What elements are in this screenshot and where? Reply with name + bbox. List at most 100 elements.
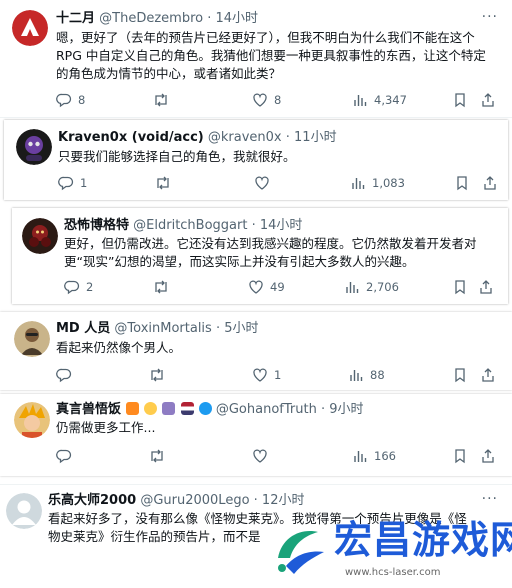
views-button[interactable]: 1,083 [350, 175, 405, 191]
avatar[interactable] [14, 321, 50, 357]
action-bar: 166 [56, 448, 500, 466]
bookmark-button[interactable] [454, 175, 470, 191]
views-button[interactable]: 88 [348, 367, 385, 383]
bookmark-button[interactable] [452, 448, 468, 464]
views-icon [354, 95, 367, 106]
heart-icon [255, 176, 269, 190]
author-handle[interactable]: @ToxinMortalis [114, 321, 211, 336]
tweet-header: 恐怖博格特 @EldritchBoggart · 14小时 [64, 218, 302, 234]
view-count: 88 [370, 368, 385, 382]
post-time[interactable]: · 9小时 [321, 402, 364, 417]
author-handle[interactable]: @GohanofTruth [216, 402, 317, 417]
share-button[interactable] [480, 448, 496, 464]
retweet-icon [155, 93, 167, 107]
text-line: 的角色成为情节的中心，或者诸如此类？ [56, 66, 282, 81]
share-button[interactable] [480, 367, 496, 383]
tweet-card[interactable]: 真言兽悟饭 @GohanofTruth · 9小时 仍需做更多工作... 166 [0, 394, 512, 476]
reply-button[interactable]: 1 [58, 175, 87, 191]
more-options-icon[interactable]: ··· [482, 491, 498, 507]
author-name[interactable]: 十二月 [56, 11, 95, 26]
action-bar: 2 49 2,706 [64, 279, 500, 297]
reply-icon [64, 280, 80, 295]
tweet-header: 乐高大师2000 @Guru2000Lego · 12小时 [48, 493, 304, 509]
view-count: 4,347 [374, 93, 407, 107]
face-emoji [144, 402, 158, 415]
reply-button[interactable]: 8 [56, 92, 85, 108]
like-button[interactable] [252, 448, 274, 464]
action-bar: 1 1,083 [58, 175, 498, 193]
like-count: 1 [274, 368, 282, 382]
bookmark-button[interactable] [452, 279, 468, 295]
share-icon [484, 176, 496, 190]
author-name[interactable]: 真言兽悟饭 [56, 402, 121, 417]
tweet-card[interactable]: MD 人员 @ToxinMortalis · 5小时 看起来仍然像个男人。 1 … [0, 312, 512, 390]
view-count: 1,083 [372, 176, 405, 190]
like-button[interactable]: 1 [252, 367, 281, 383]
author-handle[interactable]: @Guru2000Lego [140, 493, 249, 508]
reply-icon [56, 93, 72, 108]
share-button[interactable] [478, 279, 494, 295]
flag-emoji [180, 402, 194, 415]
views-icon [354, 451, 367, 462]
author-name[interactable]: Kraven0x (void/acc) [58, 130, 204, 145]
views-button[interactable]: 4,347 [352, 92, 407, 108]
avatar[interactable] [6, 493, 42, 529]
retweet-button[interactable] [152, 279, 176, 295]
tweet-card[interactable]: Kraven0x (void/acc) @kraven0x · 11小时 只要我… [4, 120, 508, 200]
reply-icon [56, 449, 72, 464]
author-handle[interactable]: @EldritchBoggart [133, 218, 247, 233]
author-name[interactable]: 恐怖博格特 [64, 218, 129, 233]
views-icon [346, 282, 359, 293]
author-name[interactable]: 乐高大师2000 [48, 493, 136, 508]
retweet-button[interactable] [152, 92, 176, 108]
post-time[interactable]: · 14小时 [252, 218, 303, 233]
like-count: 49 [270, 280, 285, 294]
share-button[interactable] [480, 92, 496, 108]
reply-button[interactable] [56, 367, 78, 383]
post-time[interactable]: · 14小时 [207, 11, 258, 26]
avatar[interactable] [14, 402, 50, 438]
fire-emoji [126, 402, 140, 415]
tweet-text: 嗯，更好了（去年的预告片已经更好了），但我不明白为什么我们不能在这个 RPG 中… [56, 29, 506, 83]
tweet-text: 更好，但仍需改进。它还没有达到我感兴趣的程度。它仍然散发着开发者对 更“现实”幻… [64, 235, 504, 271]
text-line: RPG 中自定义自己的角色。我猜他们想要一种更具叙事性的东西，让这个特定 [56, 48, 486, 63]
post-time[interactable]: · 12小时 [254, 493, 305, 508]
post-time[interactable]: · 5小时 [216, 321, 259, 336]
tweet-header: 十二月 @TheDezembro · 14小时 [56, 11, 258, 27]
post-time[interactable]: · 11小时 [286, 130, 337, 145]
watermark-text: 宏昌游戏网 [334, 518, 512, 562]
like-button[interactable]: 49 [248, 279, 285, 295]
tweet-card[interactable]: 十二月 @TheDezembro · 14小时 ··· 嗯，更好了（去年的预告片… [0, 0, 512, 118]
author-handle[interactable]: @TheDezembro [99, 11, 203, 26]
more-options-icon[interactable]: ··· [482, 9, 498, 25]
author-handle[interactable]: @kraven0x [208, 130, 282, 145]
avatar[interactable] [12, 10, 48, 46]
reply-icon [58, 176, 74, 191]
retweet-icon [155, 280, 167, 294]
author-name[interactable]: MD 人员 [56, 321, 110, 336]
share-icon [480, 280, 492, 294]
bookmark-button[interactable] [452, 367, 468, 383]
views-button[interactable]: 2,706 [344, 279, 399, 295]
reply-button[interactable] [56, 448, 78, 464]
avatar[interactable] [22, 218, 58, 254]
reply-button[interactable]: 2 [64, 279, 93, 295]
views-button[interactable]: 166 [352, 448, 396, 464]
retweet-button[interactable] [148, 448, 172, 464]
bookmark-icon [455, 368, 465, 383]
retweet-button[interactable] [148, 367, 172, 383]
text-line: 更“现实”幻想的渴望，而这实际上并没有引起大多数人的兴趣。 [64, 254, 415, 269]
tweet-text: 仍需做更多工作... [56, 419, 496, 437]
share-button[interactable] [482, 175, 498, 191]
action-bar: 8 8 4,347 [56, 92, 504, 110]
share-icon [482, 449, 494, 463]
retweet-button[interactable] [154, 175, 178, 191]
tweet-card[interactable]: 恐怖博格特 @EldritchBoggart · 14小时 更好，但仍需改进。它… [12, 208, 508, 304]
share-icon [482, 93, 494, 107]
like-button[interactable]: 8 [252, 92, 281, 108]
bookmark-button[interactable] [452, 92, 468, 108]
like-button[interactable] [254, 175, 276, 191]
bookmark-icon [455, 93, 465, 108]
view-count: 166 [374, 449, 396, 463]
avatar[interactable] [16, 129, 52, 165]
